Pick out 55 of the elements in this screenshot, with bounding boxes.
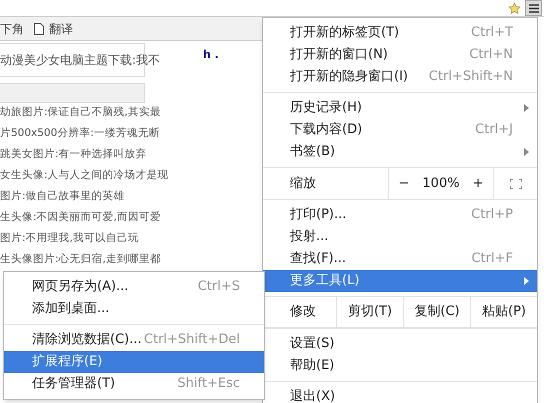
submenu-arrow-icon [524, 148, 529, 156]
menu-item[interactable]: 打印(P)... Ctrl+P [263, 204, 537, 226]
page-icon [34, 22, 44, 34]
article-text: 动漫美少女电脑主题下载:我不 [0, 52, 160, 69]
bookmark-link[interactable]: 翻译 [34, 20, 73, 38]
article-link[interactable]: 生头像图片:心无归宿,走到哪里都 [0, 253, 161, 266]
page-mark: h . [203, 48, 219, 61]
menu-item[interactable]: 任务管理器(T) Shift+Esc [4, 373, 264, 395]
menu-item[interactable]: 设置(S) [263, 333, 537, 355]
menu-item[interactable]: 打开新的标签页(T) Ctrl+T [263, 22, 537, 44]
edit-button[interactable]: 粘贴(P) [470, 297, 537, 327]
menu-item[interactable]: 下载内容(D) Ctrl+J [263, 119, 537, 141]
menu-item[interactable]: 添加到桌面... [4, 298, 264, 320]
edit-button[interactable]: 复制(C) [403, 297, 470, 327]
menu-item[interactable]: 投射... [263, 226, 537, 248]
star-icon[interactable] [508, 2, 521, 14]
menu-item[interactable]: 历史记录(H) [263, 97, 537, 119]
menu-item[interactable]: 帮助(E) [263, 355, 537, 377]
shortcut-text: Ctrl+J [475, 121, 513, 140]
menu-item[interactable]: 打开新的窗口(N) Ctrl+N [263, 44, 537, 66]
menu-item[interactable]: 打开新的隐身窗口(I) Ctrl+Shift+N [263, 66, 537, 88]
menu-item[interactable]: 清除浏览数据(C)... Ctrl+Shift+Del [4, 329, 264, 351]
edit-button[interactable]: 剪切(T) [336, 297, 403, 327]
menu-item[interactable]: 更多工具(L) [263, 270, 537, 292]
shortcut-text: Ctrl+P [471, 206, 513, 224]
submenu-arrow-icon [524, 104, 529, 112]
menu-item[interactable]: 书签(B) [263, 141, 537, 163]
article-link[interactable]: 生头像:不因美丽而可爱,而因可爱 [0, 211, 161, 224]
article-link[interactable]: 劫旅图片:保证自己不脑残,其实最 [0, 106, 161, 119]
article-link[interactable]: 女生头像:人与人之间的冷场才是现 [0, 169, 169, 182]
submenu-arrow-icon [524, 277, 529, 285]
shortcut-text: Ctrl+S [198, 278, 240, 296]
fullscreen-icon[interactable] [510, 178, 522, 188]
shortcut-text: Ctrl+N [469, 46, 513, 64]
menu-item[interactable]: 查找(F)... Ctrl+F [263, 248, 537, 270]
article-link[interactable]: 图片:不用理我,我可以自己玩 [0, 232, 139, 245]
article-link[interactable]: 跳美女图片:有一种选择叫放弃 [0, 148, 147, 161]
article-link[interactable]: 片500x500分辨率:一缕芳魂无断 [0, 127, 160, 140]
menu-item[interactable]: 网页另存为(A)... Ctrl+S [4, 276, 264, 298]
zoom-in-button[interactable]: + [466, 174, 490, 194]
bookmark-link[interactable]: 下角 [0, 20, 24, 38]
zoom-out-button[interactable]: − [392, 174, 416, 194]
shortcut-text: Ctrl+F [471, 250, 513, 268]
menu-button[interactable] [525, 0, 542, 16]
menu-icon [528, 4, 538, 12]
zoom-level: 100% [422, 174, 460, 193]
shortcut-text: Ctrl+Shift+Del [144, 331, 240, 350]
article-link[interactable]: 图片:做自己故事里的英雄 [0, 190, 125, 203]
shortcut-text: Shift+Esc [177, 375, 240, 394]
zoom-label: 缩放 [289, 174, 317, 193]
menu-item[interactable]: 扩展程序(E) [4, 351, 264, 373]
shortcut-text: Ctrl+Shift+N [428, 68, 513, 86]
shortcut-text: Ctrl+T [471, 24, 513, 42]
menu-item[interactable]: 退出(X) [263, 386, 537, 403]
edit-label: 修改 [289, 303, 317, 322]
